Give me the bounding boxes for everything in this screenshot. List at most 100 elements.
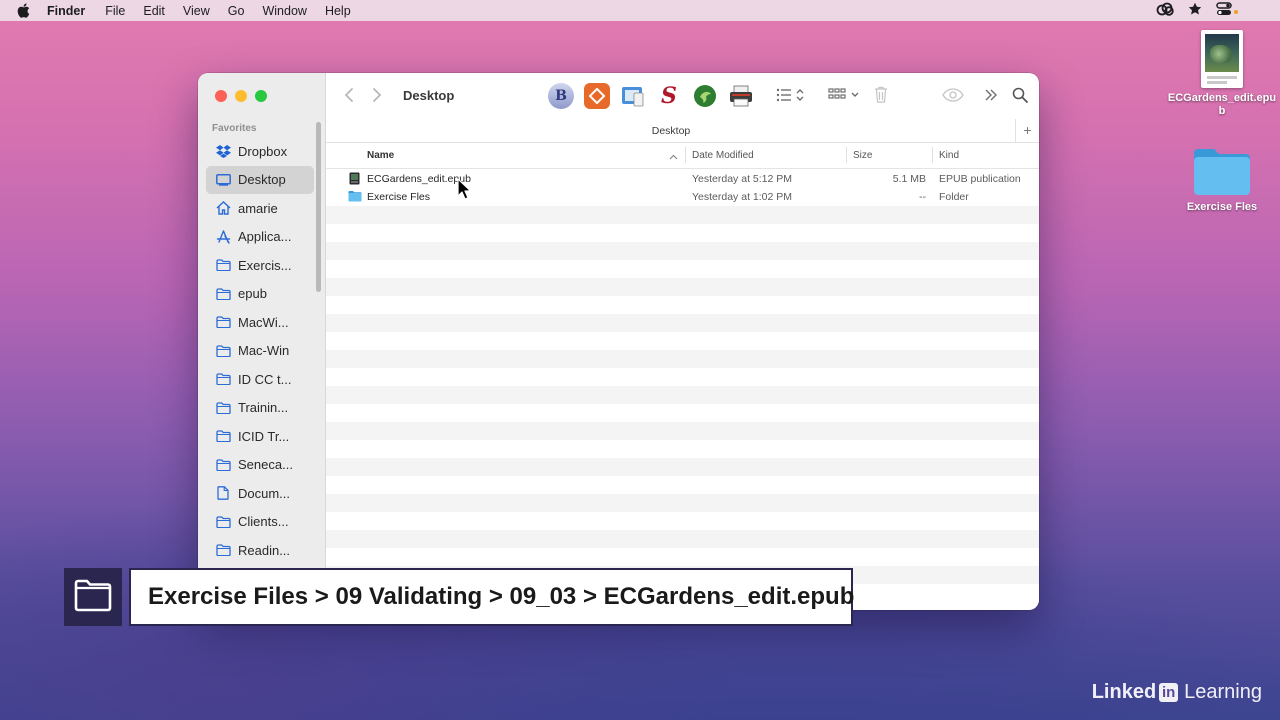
bbedit-icon[interactable]: B xyxy=(548,83,574,109)
sidebar-item-label: Readin... xyxy=(238,542,291,558)
control-center-icon[interactable] xyxy=(1216,2,1240,19)
scrivener-icon[interactable]: S xyxy=(656,83,682,109)
menu-help[interactable]: Help xyxy=(325,4,351,18)
tab-desktop[interactable]: Desktop xyxy=(326,125,1016,137)
quick-look-icon[interactable] xyxy=(942,87,964,107)
sidebar-item-label: Dropbox xyxy=(238,143,288,159)
sidebar-scrollbar[interactable] xyxy=(316,122,321,292)
sidebar-item-mac-win[interactable]: Mac-Win xyxy=(206,337,314,366)
sidebar-item-label: Mac-Win xyxy=(238,343,290,359)
list-header: Name Date Modified Size Kind xyxy=(326,143,1039,169)
toolbar-app-shortcuts: B S xyxy=(548,83,754,109)
empty-row xyxy=(326,530,1039,548)
brand-in: in xyxy=(1159,683,1179,702)
linkedin-learning-logo: Linked in Learning xyxy=(1092,681,1262,704)
home-icon xyxy=(215,200,231,216)
search-icon[interactable] xyxy=(1012,87,1028,108)
sidebar-item-clients[interactable]: Clients... xyxy=(206,508,314,537)
sidebar-item-amarie[interactable]: amarie xyxy=(206,194,314,223)
empty-row xyxy=(326,350,1039,368)
new-tab-button[interactable]: + xyxy=(1015,119,1039,143)
folder-icon xyxy=(215,343,231,359)
file-kind: EPUB publication xyxy=(939,173,1021,185)
empty-row xyxy=(326,242,1039,260)
column-name[interactable]: Name xyxy=(367,150,394,161)
sidebar-item-id-cc[interactable]: ID CC t... xyxy=(206,365,314,394)
column-size[interactable]: Size xyxy=(853,150,872,161)
apple-icon[interactable] xyxy=(17,3,33,18)
column-separator[interactable] xyxy=(846,147,847,163)
view-tools xyxy=(776,86,1028,108)
empty-row xyxy=(326,206,1039,224)
sidebar-item-seneca[interactable]: Seneca... xyxy=(206,451,314,480)
menu-finder[interactable]: Finder xyxy=(47,4,85,18)
column-separator[interactable] xyxy=(932,147,933,163)
sidebar-item-macwi[interactable]: MacWi... xyxy=(206,308,314,337)
menu-view[interactable]: View xyxy=(183,4,210,18)
column-separator[interactable] xyxy=(685,147,686,163)
column-kind[interactable]: Kind xyxy=(939,150,959,161)
navigation-buttons xyxy=(344,87,382,108)
empty-row xyxy=(326,404,1039,422)
file-size: -- xyxy=(919,191,926,203)
forward-button[interactable] xyxy=(372,87,382,108)
sidebar-item-label: ICID Tr... xyxy=(238,428,290,444)
sidebar-item-reading[interactable]: Readin... xyxy=(206,536,314,565)
table-row[interactable]: ECGardens_edit.epub Yesterday at 5:12 PM… xyxy=(326,170,1039,188)
folder-icon xyxy=(215,542,231,558)
brand-learning: Learning xyxy=(1184,681,1262,703)
creative-cloud-icon[interactable] xyxy=(1156,2,1174,19)
folder-icon xyxy=(215,314,231,330)
trash-icon[interactable] xyxy=(874,86,888,108)
path-caption: Exercise Files > 09 Validating > 09_03 >… xyxy=(129,568,854,626)
menu-edit[interactable]: Edit xyxy=(143,4,165,18)
printer-icon[interactable] xyxy=(728,83,754,109)
empty-row xyxy=(326,296,1039,314)
preview-icon[interactable] xyxy=(620,83,646,109)
tab-bar: Desktop + xyxy=(326,119,1039,143)
sidebar-item-documents[interactable]: Docum... xyxy=(206,479,314,508)
close-button[interactable] xyxy=(215,90,227,102)
desktop-icon-epub[interactable]: ECGardens_edit.epub xyxy=(1167,30,1277,118)
folder-outline-icon xyxy=(73,578,113,617)
sidebar-item-label: Trainin... xyxy=(238,400,289,416)
table-row[interactable]: Exercise Fles Yesterday at 1:02 PM -- Fo… xyxy=(326,188,1039,206)
sidebar-item-desktop[interactable]: Desktop xyxy=(206,165,314,194)
epubcheck-icon[interactable] xyxy=(692,83,718,109)
sidebar-item-exercise[interactable]: Exercis... xyxy=(206,251,314,280)
column-date[interactable]: Date Modified xyxy=(692,150,754,161)
sort-chevron-icon xyxy=(669,152,678,163)
ebook-reader-icon[interactable] xyxy=(584,83,610,109)
minimize-button[interactable] xyxy=(235,90,247,102)
menu-go[interactable]: Go xyxy=(228,4,245,18)
window-controls xyxy=(215,90,267,102)
empty-row xyxy=(326,278,1039,296)
star-icon[interactable] xyxy=(1188,2,1202,19)
sidebar-item-label: Seneca... xyxy=(238,457,293,473)
sidebar-item-applications[interactable]: Applica... xyxy=(206,223,314,252)
more-toolbar-icon[interactable] xyxy=(984,88,998,107)
zoom-button[interactable] xyxy=(255,90,267,102)
sidebar-item-icid[interactable]: ICID Tr... xyxy=(206,422,314,451)
empty-row xyxy=(326,224,1039,242)
group-by-icon[interactable] xyxy=(828,87,860,108)
empty-row xyxy=(326,386,1039,404)
sidebar-item-training[interactable]: Trainin... xyxy=(206,394,314,423)
empty-row xyxy=(326,458,1039,476)
window-title: Desktop xyxy=(403,88,455,103)
sidebar-item-label: Applica... xyxy=(238,229,292,245)
sidebar-item-epub[interactable]: epub xyxy=(206,280,314,309)
sidebar-item-label: amarie xyxy=(238,200,278,216)
empty-row xyxy=(326,512,1039,530)
back-button[interactable] xyxy=(344,87,354,108)
list-view-icon[interactable] xyxy=(776,87,806,108)
desktop-icon-label: Exercise Fles xyxy=(1186,201,1258,213)
desktop-icon-folder[interactable]: Exercise Fles xyxy=(1167,145,1277,214)
sidebar-item-label: MacWi... xyxy=(238,314,289,330)
menu-window[interactable]: Window xyxy=(262,4,306,18)
sidebar-item-dropbox[interactable]: Dropbox xyxy=(206,137,314,166)
epub-document-icon xyxy=(1201,30,1243,88)
sidebar-section-favorites: Favorites xyxy=(212,123,257,134)
menu-file[interactable]: File xyxy=(105,4,125,18)
sidebar-item-label: epub xyxy=(238,286,267,302)
